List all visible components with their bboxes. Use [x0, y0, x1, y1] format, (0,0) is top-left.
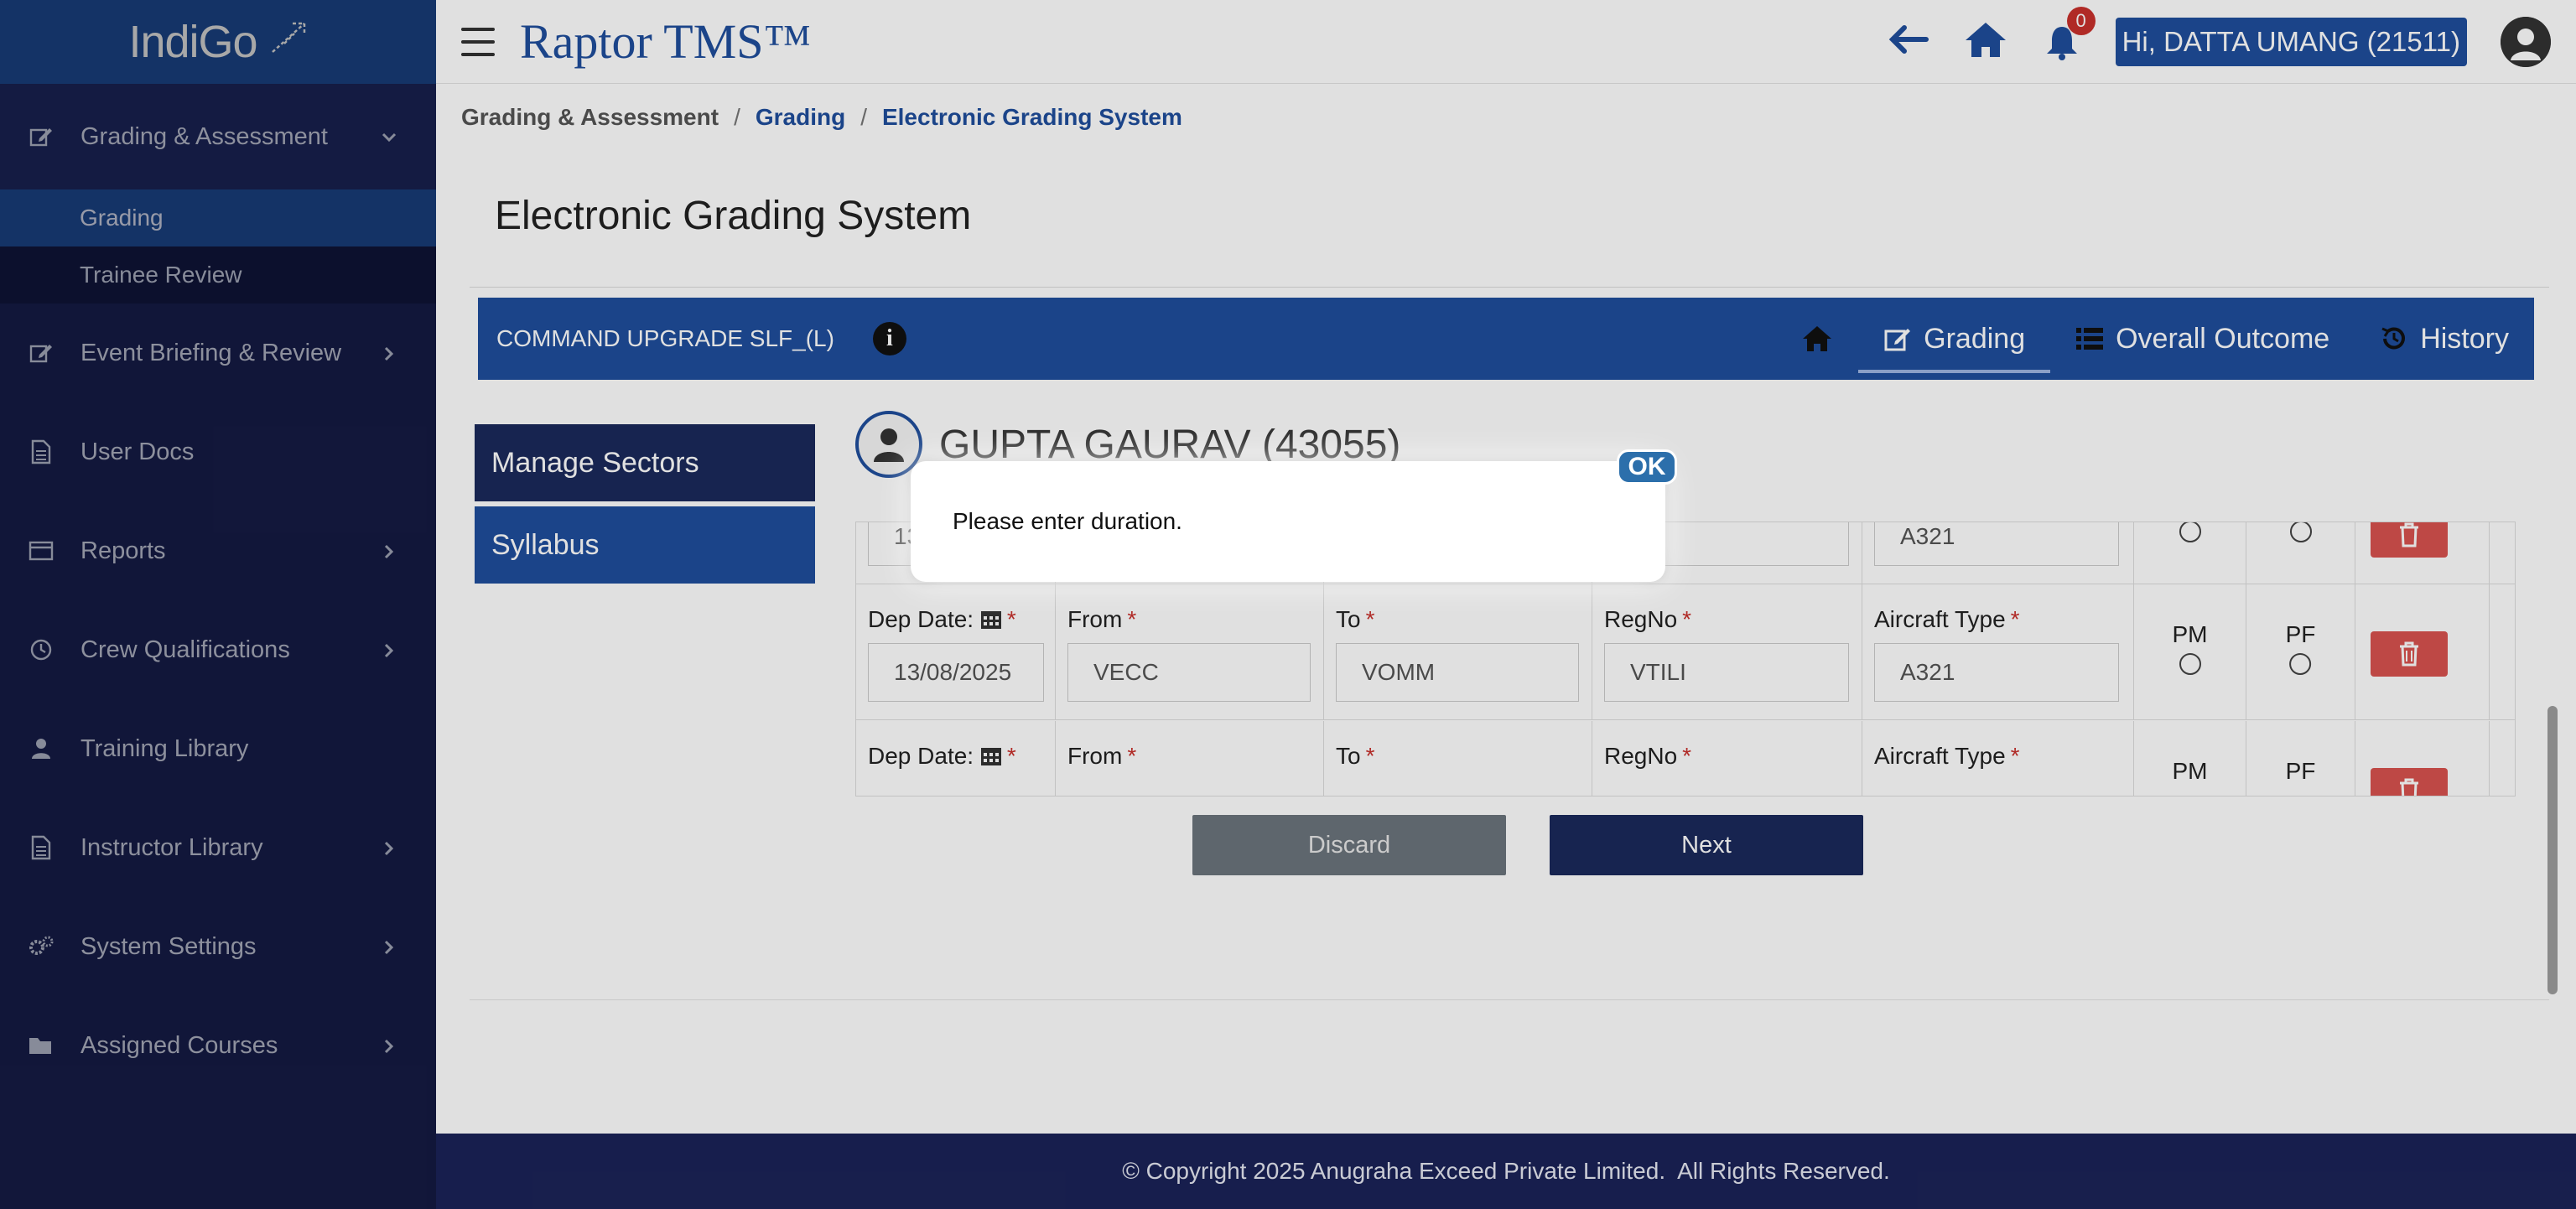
scrollbar[interactable]	[2547, 706, 2558, 994]
dialog-message: Please enter duration.	[953, 508, 1182, 534]
alert-dialog: Please enter duration.	[911, 461, 1665, 582]
sidebar-dim-overlay	[0, 0, 436, 1209]
ok-button[interactable]: OK	[1617, 449, 1677, 485]
